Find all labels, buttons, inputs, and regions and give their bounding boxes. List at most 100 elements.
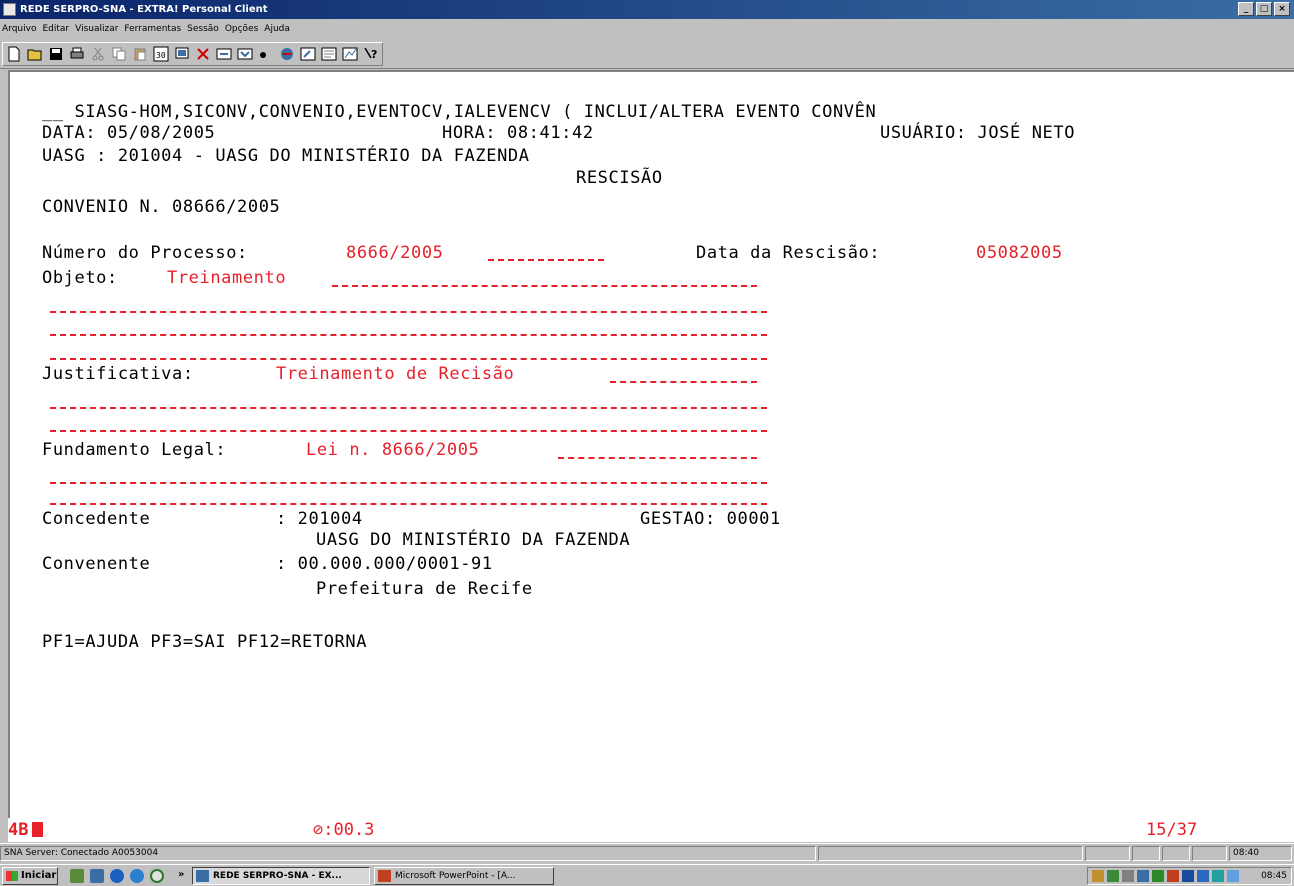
menu-bar: Arquivo Editar Visualizar Ferramentas Se… <box>0 19 1294 39</box>
date-field: DATA: 05/08/2005 <box>42 123 216 143</box>
transfer-icon[interactable] <box>215 45 233 63</box>
tray-icon-2[interactable] <box>1107 870 1119 882</box>
processo-input-padding <box>488 259 604 261</box>
gestao-field: GESTAO: 00001 <box>640 509 781 529</box>
convenente-cnpj: : 00.000.000/0001-91 <box>276 554 493 574</box>
status-time: 08:40 <box>1229 846 1292 861</box>
pf-keys-legend: PF1=AJUDA PF3=SAI PF12=RETORNA <box>42 632 368 652</box>
menu-opcoes[interactable]: Opções <box>225 24 264 34</box>
rescisao-date-input[interactable]: 05082005 <box>976 243 1063 263</box>
operator-info-area: 4B ⊘:00.3 15/37 <box>8 818 1294 842</box>
ie-icon[interactable] <box>110 869 124 883</box>
menu-sessao[interactable]: Sessão <box>187 24 225 34</box>
section-title: RESCISÃO <box>576 168 663 188</box>
rescisao-date-label: Data da Rescisão: <box>696 243 881 263</box>
screen-icon[interactable] <box>173 45 191 63</box>
justificativa-input-line-2[interactable] <box>50 407 767 409</box>
justificativa-input-line-3[interactable] <box>50 430 767 432</box>
tray-icon-1[interactable] <box>1092 870 1104 882</box>
edit-macro-icon[interactable] <box>299 45 317 63</box>
tray-icon-9[interactable] <box>1212 870 1224 882</box>
open-folder-icon[interactable] <box>26 45 44 63</box>
minimize-button[interactable]: _ <box>1238 2 1254 16</box>
windows-logo-icon <box>6 871 18 881</box>
start-label: Iniciar <box>21 870 57 881</box>
justificativa-input-padding <box>610 381 757 383</box>
tray-icon-6[interactable] <box>1167 870 1179 882</box>
start-button[interactable]: Iniciar <box>2 867 58 885</box>
fundamento-input-line-2[interactable] <box>50 482 767 484</box>
menu-ferramentas[interactable]: Ferramentas <box>124 24 187 34</box>
network-icon[interactable] <box>1227 870 1239 882</box>
convenente-label: Convenente <box>42 554 151 574</box>
task-button-powerpoint[interactable]: Microsoft PowerPoint - [A... <box>374 867 554 885</box>
tray-icon-7[interactable] <box>1182 870 1194 882</box>
speaker-icon[interactable] <box>1122 870 1134 882</box>
desktop-icon[interactable] <box>70 869 84 883</box>
powerpoint-icon <box>378 870 391 882</box>
user-field: USUÁRIO: JOSÉ NETO <box>880 123 1076 143</box>
status-cell-3 <box>1085 846 1130 861</box>
task-label: Microsoft PowerPoint - [A... <box>395 871 516 881</box>
objeto-input[interactable]: Treinamento <box>167 268 286 288</box>
task-button-extra[interactable]: REDE SERPRO-SNA - EX... <box>192 867 370 885</box>
quick-launch <box>70 869 164 883</box>
concedente-code: : 201004 <box>276 509 363 529</box>
fundamento-input[interactable]: Lei n. 8666/2005 <box>306 440 479 460</box>
fundamento-input-line-3[interactable] <box>50 503 767 505</box>
tray-icon-8[interactable] <box>1197 870 1209 882</box>
processo-input[interactable]: 8666/2005 <box>346 243 444 263</box>
media-icon[interactable] <box>150 869 164 883</box>
macro-record-icon[interactable] <box>257 45 275 63</box>
receive-icon[interactable] <box>236 45 254 63</box>
taskbar: Iniciar » REDE SERPRO-SNA - EX... Micros… <box>0 864 1294 886</box>
browser-icon[interactable] <box>130 869 144 883</box>
task-label: REDE SERPRO-SNA - EX... <box>213 871 342 881</box>
screen-header-line: __ SIASG-HOM,SICONV,CONVENIO,EVENTOCV,IA… <box>42 102 877 122</box>
app-icon[interactable] <box>3 3 16 16</box>
concedente-name: UASG DO MINISTÉRIO DA FAZENDA <box>316 530 631 550</box>
outlook-icon[interactable] <box>90 869 104 883</box>
connection-status: SNA Server: Conectado A0053004 <box>0 846 816 861</box>
window-title-bar[interactable]: REDE SERPRO-SNA - EXTRA! Personal Client… <box>0 0 1294 19</box>
menu-editar[interactable]: Editar <box>42 24 75 34</box>
cut-icon[interactable] <box>89 45 107 63</box>
terminal-screen[interactable]: __ SIASG-HOM,SICONV,CONVENIO,EVENTOCV,IA… <box>8 70 1294 842</box>
maximize-button[interactable]: □ <box>1256 2 1272 16</box>
toggle-icon[interactable]: 30 <box>152 45 170 63</box>
objeto-input-line-4[interactable] <box>50 358 767 360</box>
status-cell-2 <box>818 846 1083 861</box>
macro-run-icon[interactable] <box>278 45 296 63</box>
tools-icon[interactable] <box>194 45 212 63</box>
new-file-icon[interactable] <box>5 45 23 63</box>
status-cell-5 <box>1162 846 1190 861</box>
menu-ajuda[interactable]: Ajuda <box>264 24 296 34</box>
response-timer: ⊘:00.3 <box>313 820 375 840</box>
justificativa-label: Justificativa: <box>42 364 194 384</box>
tray-icon-4[interactable] <box>1137 870 1149 882</box>
justificativa-input[interactable]: Treinamento de Recisão <box>276 364 514 384</box>
taskbar-clock: 08:45 <box>1261 871 1287 881</box>
chevron-icon[interactable]: » <box>178 869 184 880</box>
close-button[interactable]: × <box>1274 2 1290 16</box>
uasg-line: UASG : 201004 - UASG DO MINISTÉRIO DA FA… <box>42 146 530 166</box>
help-icon[interactable]: ? <box>362 45 380 63</box>
window-title: REDE SERPRO-SNA - EXTRA! Personal Client <box>20 4 268 15</box>
objeto-input-line-3[interactable] <box>50 334 767 336</box>
copy-icon[interactable] <box>110 45 128 63</box>
time-field: HORA: 08:41:42 <box>442 123 594 143</box>
status-cell-4 <box>1132 846 1160 861</box>
cursor-position: 15/37 <box>1146 820 1198 840</box>
tray-icon-5[interactable] <box>1152 870 1164 882</box>
objeto-input-line-2[interactable] <box>50 311 767 313</box>
save-icon[interactable] <box>47 45 65 63</box>
convenente-name: Prefeitura de Recife <box>316 579 533 599</box>
print-icon[interactable] <box>68 45 86 63</box>
menu-visualizar[interactable]: Visualizar <box>75 24 124 34</box>
svg-text:?: ? <box>371 48 377 61</box>
menu-arquivo[interactable]: Arquivo <box>2 24 42 34</box>
quickpad-icon[interactable] <box>320 45 338 63</box>
paste-icon[interactable] <box>131 45 149 63</box>
chart-icon[interactable] <box>341 45 359 63</box>
toolbar-group-file: 30 ? <box>2 42 383 66</box>
